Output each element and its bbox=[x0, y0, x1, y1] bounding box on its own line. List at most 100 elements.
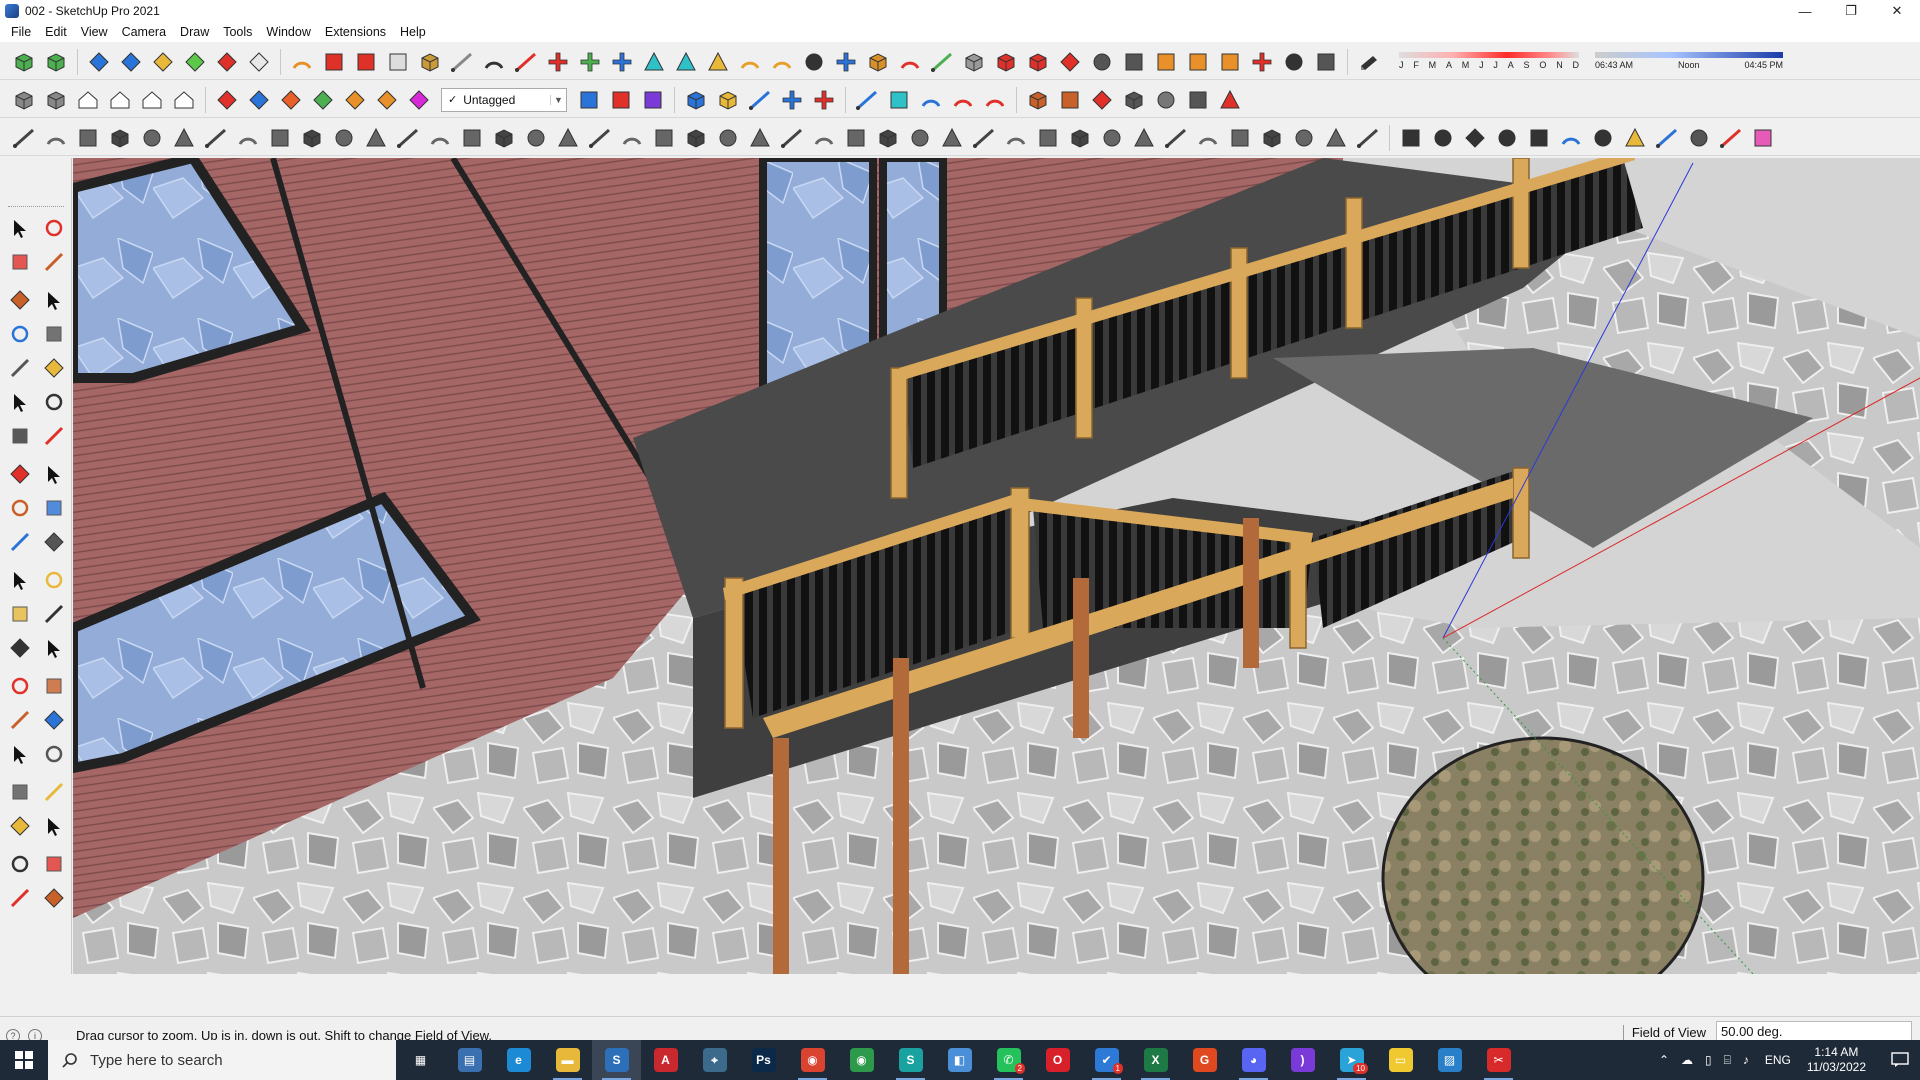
taskbar-sketchup-viewer-icon[interactable]: S bbox=[886, 1040, 935, 1080]
house4-icon[interactable] bbox=[170, 86, 198, 114]
chevron-down-icon[interactable]: ▼ bbox=[550, 94, 566, 105]
taskbar-sketchup-icon[interactable]: S bbox=[592, 1040, 641, 1080]
taskbar-discord-icon[interactable]: ◕ bbox=[1229, 1040, 1278, 1080]
component-icon[interactable] bbox=[40, 214, 68, 242]
shell-icon[interactable] bbox=[298, 124, 326, 152]
undo-blue-icon[interactable] bbox=[917, 86, 945, 114]
bezier-icon[interactable] bbox=[42, 124, 70, 152]
onedrive-icon[interactable]: ☁ bbox=[1681, 1053, 1693, 1068]
columns-icon[interactable] bbox=[522, 124, 550, 152]
taskbar-file-explorer-icon[interactable]: ▬ bbox=[543, 1040, 592, 1080]
chamfer-icon[interactable] bbox=[170, 124, 198, 152]
truss-icon[interactable] bbox=[554, 124, 582, 152]
rail3-icon[interactable] bbox=[842, 124, 870, 152]
leaf-icon[interactable] bbox=[650, 124, 678, 152]
shape2-icon[interactable] bbox=[992, 48, 1020, 76]
fence3-icon[interactable] bbox=[1162, 124, 1190, 152]
taskbar-photoshop-icon[interactable]: Ps bbox=[739, 1040, 788, 1080]
lattice-icon[interactable] bbox=[1066, 124, 1094, 152]
tool-b-icon[interactable] bbox=[1056, 86, 1084, 114]
share-model-icon[interactable] bbox=[42, 48, 70, 76]
loop-icon[interactable] bbox=[800, 48, 828, 76]
taskbar-edge-icon[interactable]: e bbox=[494, 1040, 543, 1080]
pie-icon[interactable] bbox=[40, 422, 68, 450]
smoove-icon[interactable] bbox=[6, 884, 34, 912]
three-point-arc-icon[interactable] bbox=[6, 422, 34, 450]
restore-button[interactable]: ❐ bbox=[1828, 0, 1874, 22]
blue-x-icon[interactable] bbox=[608, 48, 636, 76]
move-pink-icon[interactable] bbox=[405, 86, 433, 114]
home-icon[interactable] bbox=[74, 86, 102, 114]
language-indicator[interactable]: ENG bbox=[1765, 1053, 1791, 1067]
frame-icon[interactable] bbox=[352, 48, 380, 76]
fillet-icon[interactable] bbox=[362, 124, 390, 152]
red-square-icon[interactable] bbox=[320, 48, 348, 76]
polygon-outline-icon[interactable] bbox=[1461, 124, 1489, 152]
close-button[interactable]: ✕ bbox=[1874, 0, 1920, 22]
green-plus-icon[interactable] bbox=[576, 48, 604, 76]
scale-icon[interactable] bbox=[853, 86, 881, 114]
gears-icon[interactable] bbox=[1088, 48, 1116, 76]
arc-icon[interactable] bbox=[6, 388, 34, 416]
ellipse-outline-icon[interactable] bbox=[1493, 124, 1521, 152]
bend-icon[interactable] bbox=[202, 124, 230, 152]
loop2-icon[interactable] bbox=[1685, 124, 1713, 152]
menu-view[interactable]: View bbox=[74, 22, 115, 42]
rotated-rectangle-icon[interactable] bbox=[40, 320, 68, 348]
pencil-icon[interactable] bbox=[6, 286, 34, 314]
menu-extensions[interactable]: Extensions bbox=[318, 22, 393, 42]
cube-yellow-icon[interactable] bbox=[714, 86, 742, 114]
axes-icon[interactable] bbox=[6, 634, 34, 662]
offset-tool-icon[interactable] bbox=[40, 528, 68, 556]
dormer-icon[interactable] bbox=[1290, 124, 1318, 152]
hand-red-icon[interactable] bbox=[981, 86, 1009, 114]
rotate-icon[interactable] bbox=[288, 48, 316, 76]
wall-icon[interactable] bbox=[874, 124, 902, 152]
grid-icon[interactable] bbox=[1152, 48, 1180, 76]
text-icon[interactable] bbox=[40, 600, 68, 628]
redo-red-icon[interactable] bbox=[949, 86, 977, 114]
box-icon[interactable] bbox=[864, 48, 892, 76]
two-point-arc-icon[interactable] bbox=[40, 388, 68, 416]
line-tool-icon[interactable] bbox=[394, 124, 422, 152]
rotate-tool-icon[interactable] bbox=[6, 494, 34, 522]
volume-icon[interactable]: ♪ bbox=[1743, 1053, 1749, 1068]
arrows-up-icon[interactable] bbox=[778, 86, 806, 114]
shadow-time-slider[interactable]: 06:43 AM Noon 04:45 PM bbox=[1595, 48, 1785, 76]
panel-icon[interactable] bbox=[1120, 48, 1148, 76]
taskbar-podcast-app-icon[interactable]: ) bbox=[1278, 1040, 1327, 1080]
taskbar-photos-icon[interactable]: ▨ bbox=[1425, 1040, 1474, 1080]
protractor-icon[interactable] bbox=[6, 600, 34, 628]
red-plus-icon[interactable] bbox=[544, 48, 572, 76]
cone-icon[interactable] bbox=[640, 48, 668, 76]
paint-blue-icon[interactable] bbox=[575, 86, 603, 114]
page-icon[interactable] bbox=[384, 48, 412, 76]
fence-icon[interactable] bbox=[1098, 124, 1126, 152]
scale-tool-icon[interactable] bbox=[6, 528, 34, 556]
section-fill-icon[interactable] bbox=[181, 48, 209, 76]
follow-me-icon[interactable] bbox=[40, 494, 68, 522]
tool-c-icon[interactable] bbox=[1088, 86, 1116, 114]
orbit-icon[interactable] bbox=[6, 672, 34, 700]
lasso-yellow-icon[interactable] bbox=[1621, 124, 1649, 152]
stack-icon[interactable] bbox=[1002, 124, 1030, 152]
tool-e-icon[interactable] bbox=[1152, 86, 1180, 114]
tool-a-icon[interactable] bbox=[1024, 86, 1052, 114]
move-orange2-icon[interactable] bbox=[341, 86, 369, 114]
tag-selector[interactable]: ✓ Untagged ▼ bbox=[441, 87, 567, 112]
shape3-icon[interactable] bbox=[1024, 48, 1052, 76]
stamp-icon[interactable] bbox=[40, 884, 68, 912]
taskbar-autocad-icon[interactable]: A bbox=[641, 1040, 690, 1080]
taskbar-sticky-notes-icon[interactable]: ▭ bbox=[1376, 1040, 1425, 1080]
section-plane-tool-icon[interactable] bbox=[40, 812, 68, 840]
pan-icon[interactable] bbox=[40, 672, 68, 700]
matrix-icon[interactable] bbox=[1312, 48, 1340, 76]
section-cuts-icon[interactable] bbox=[149, 48, 177, 76]
position-camera-icon[interactable] bbox=[6, 778, 34, 806]
start-button[interactable] bbox=[0, 1040, 48, 1080]
zoom-extents-icon[interactable] bbox=[6, 740, 34, 768]
move-icon[interactable] bbox=[6, 460, 34, 488]
eraser-pink-icon[interactable] bbox=[1749, 124, 1777, 152]
get-models-icon[interactable] bbox=[10, 48, 38, 76]
taskbar-chrome-2-icon[interactable]: ◉ bbox=[837, 1040, 886, 1080]
